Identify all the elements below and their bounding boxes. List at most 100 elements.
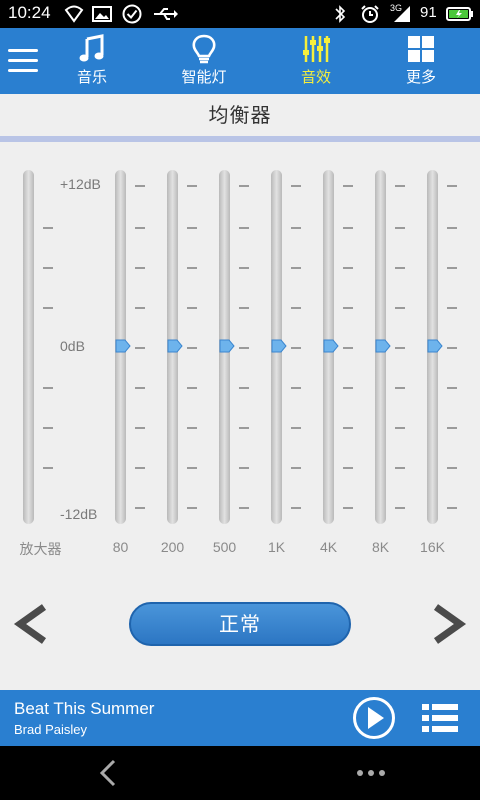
- song-title: Beat This Summer: [14, 699, 155, 718]
- tab-music[interactable]: 音乐: [52, 34, 132, 90]
- eq-tick: [291, 467, 301, 469]
- signal-icon: [394, 6, 410, 22]
- status-bar: 10:24 3G 91: [0, 0, 480, 28]
- overflow-menu-icon[interactable]: [356, 768, 386, 778]
- eq-tick: [343, 267, 353, 269]
- music-note-icon: [79, 34, 104, 62]
- eq-tick: [291, 387, 301, 389]
- eq-tick: [135, 267, 145, 269]
- previous-preset-button[interactable]: [12, 604, 52, 644]
- play-button[interactable]: [352, 696, 396, 740]
- tab-label: 智能灯: [181, 68, 227, 86]
- eq-tick: [239, 427, 249, 429]
- eq-tick: [343, 507, 353, 509]
- eq-tick: [291, 507, 301, 509]
- eq-tick: [187, 267, 197, 269]
- back-icon[interactable]: [96, 758, 122, 788]
- tab-sound-effects[interactable]: 音效: [276, 34, 356, 90]
- eq-tick: [447, 387, 457, 389]
- eq-slider-thumb[interactable]: [427, 339, 443, 353]
- eq-tick: [239, 507, 249, 509]
- eq-tick: [43, 307, 53, 309]
- eq-tick: [395, 507, 405, 509]
- eq-slider-track[interactable]: [23, 170, 34, 524]
- eq-tick: [395, 185, 405, 187]
- eq-tick: [135, 227, 145, 229]
- eq-tick: [395, 387, 405, 389]
- eq-tick: [135, 307, 145, 309]
- eq-tick: [447, 467, 457, 469]
- eq-tick: [447, 427, 457, 429]
- sliders-icon: [303, 36, 330, 62]
- eq-tick: [395, 467, 405, 469]
- wifi-alert-icon: [64, 5, 84, 23]
- grid-icon: [408, 36, 434, 62]
- eq-tick: [239, 347, 249, 349]
- eq-tick: [187, 387, 197, 389]
- db-label-max: +12dB: [58, 176, 103, 192]
- eq-tick: [43, 427, 53, 429]
- eq-tick: [187, 427, 197, 429]
- eq-band-label: 4K: [319, 539, 338, 555]
- eq-tick: [43, 387, 53, 389]
- eq-tick: [291, 185, 301, 187]
- check-circle-icon: [122, 4, 142, 24]
- eq-tick: [135, 387, 145, 389]
- eq-tick: [447, 185, 457, 187]
- equalizer-panel: 放大器 80 200 500 1K 4K 8K 16K +12dB 0dB -12dB: [0, 142, 480, 562]
- preset-selector-button[interactable]: 正常: [129, 602, 351, 646]
- eq-tick: [343, 467, 353, 469]
- eq-slider-thumb[interactable]: [167, 339, 183, 353]
- eq-tick: [447, 347, 457, 349]
- eq-tick: [135, 467, 145, 469]
- eq-tick: [343, 307, 353, 309]
- status-time: 10:24: [8, 3, 51, 22]
- eq-tick: [447, 507, 457, 509]
- page-header: 均衡器: [0, 94, 480, 136]
- eq-band-label: 16K: [420, 539, 445, 555]
- top-nav-bar: 音乐 智能灯 音效 更多: [0, 28, 480, 94]
- eq-tick: [447, 307, 457, 309]
- eq-tick: [395, 347, 405, 349]
- now-playing-bar[interactable]: Beat This Summer Brad Paisley: [0, 690, 480, 746]
- eq-slider-thumb[interactable]: [271, 339, 287, 353]
- page-title: 均衡器: [208, 103, 272, 127]
- image-icon: [92, 6, 112, 22]
- next-preset-button[interactable]: [428, 604, 468, 644]
- eq-tick: [135, 507, 145, 509]
- db-label-min: -12dB: [58, 506, 100, 522]
- eq-tick: [43, 267, 53, 269]
- menu-button[interactable]: [8, 44, 38, 78]
- eq-slider-thumb[interactable]: [375, 339, 391, 353]
- eq-tick: [187, 307, 197, 309]
- eq-slider-thumb[interactable]: [219, 339, 235, 353]
- playlist-button[interactable]: [422, 702, 458, 734]
- eq-band-label: 8K: [371, 539, 390, 555]
- eq-band-label: 500: [212, 539, 237, 555]
- system-nav-bar: [0, 746, 480, 800]
- eq-tick: [343, 387, 353, 389]
- eq-tick: [135, 347, 145, 349]
- tab-smart-light[interactable]: 智能灯: [164, 34, 244, 90]
- eq-tick: [291, 267, 301, 269]
- eq-tick: [239, 387, 249, 389]
- tab-more[interactable]: 更多: [381, 34, 461, 90]
- eq-band-label: 80: [112, 539, 129, 555]
- eq-tick: [395, 427, 405, 429]
- eq-band-label: 200: [160, 539, 185, 555]
- eq-tick: [343, 427, 353, 429]
- eq-tick: [291, 427, 301, 429]
- eq-tick: [187, 185, 197, 187]
- eq-tick: [135, 427, 145, 429]
- eq-tick: [135, 185, 145, 187]
- alarm-icon: [361, 5, 379, 23]
- db-label-zero: 0dB: [58, 338, 87, 354]
- eq-tick: [187, 227, 197, 229]
- battery-icon: [446, 7, 473, 21]
- eq-tick: [343, 227, 353, 229]
- eq-tick: [343, 185, 353, 187]
- eq-slider-thumb[interactable]: [115, 339, 131, 353]
- eq-slider-thumb[interactable]: [323, 339, 339, 353]
- tab-label: 音乐: [76, 68, 107, 86]
- bluetooth-icon: [335, 5, 346, 23]
